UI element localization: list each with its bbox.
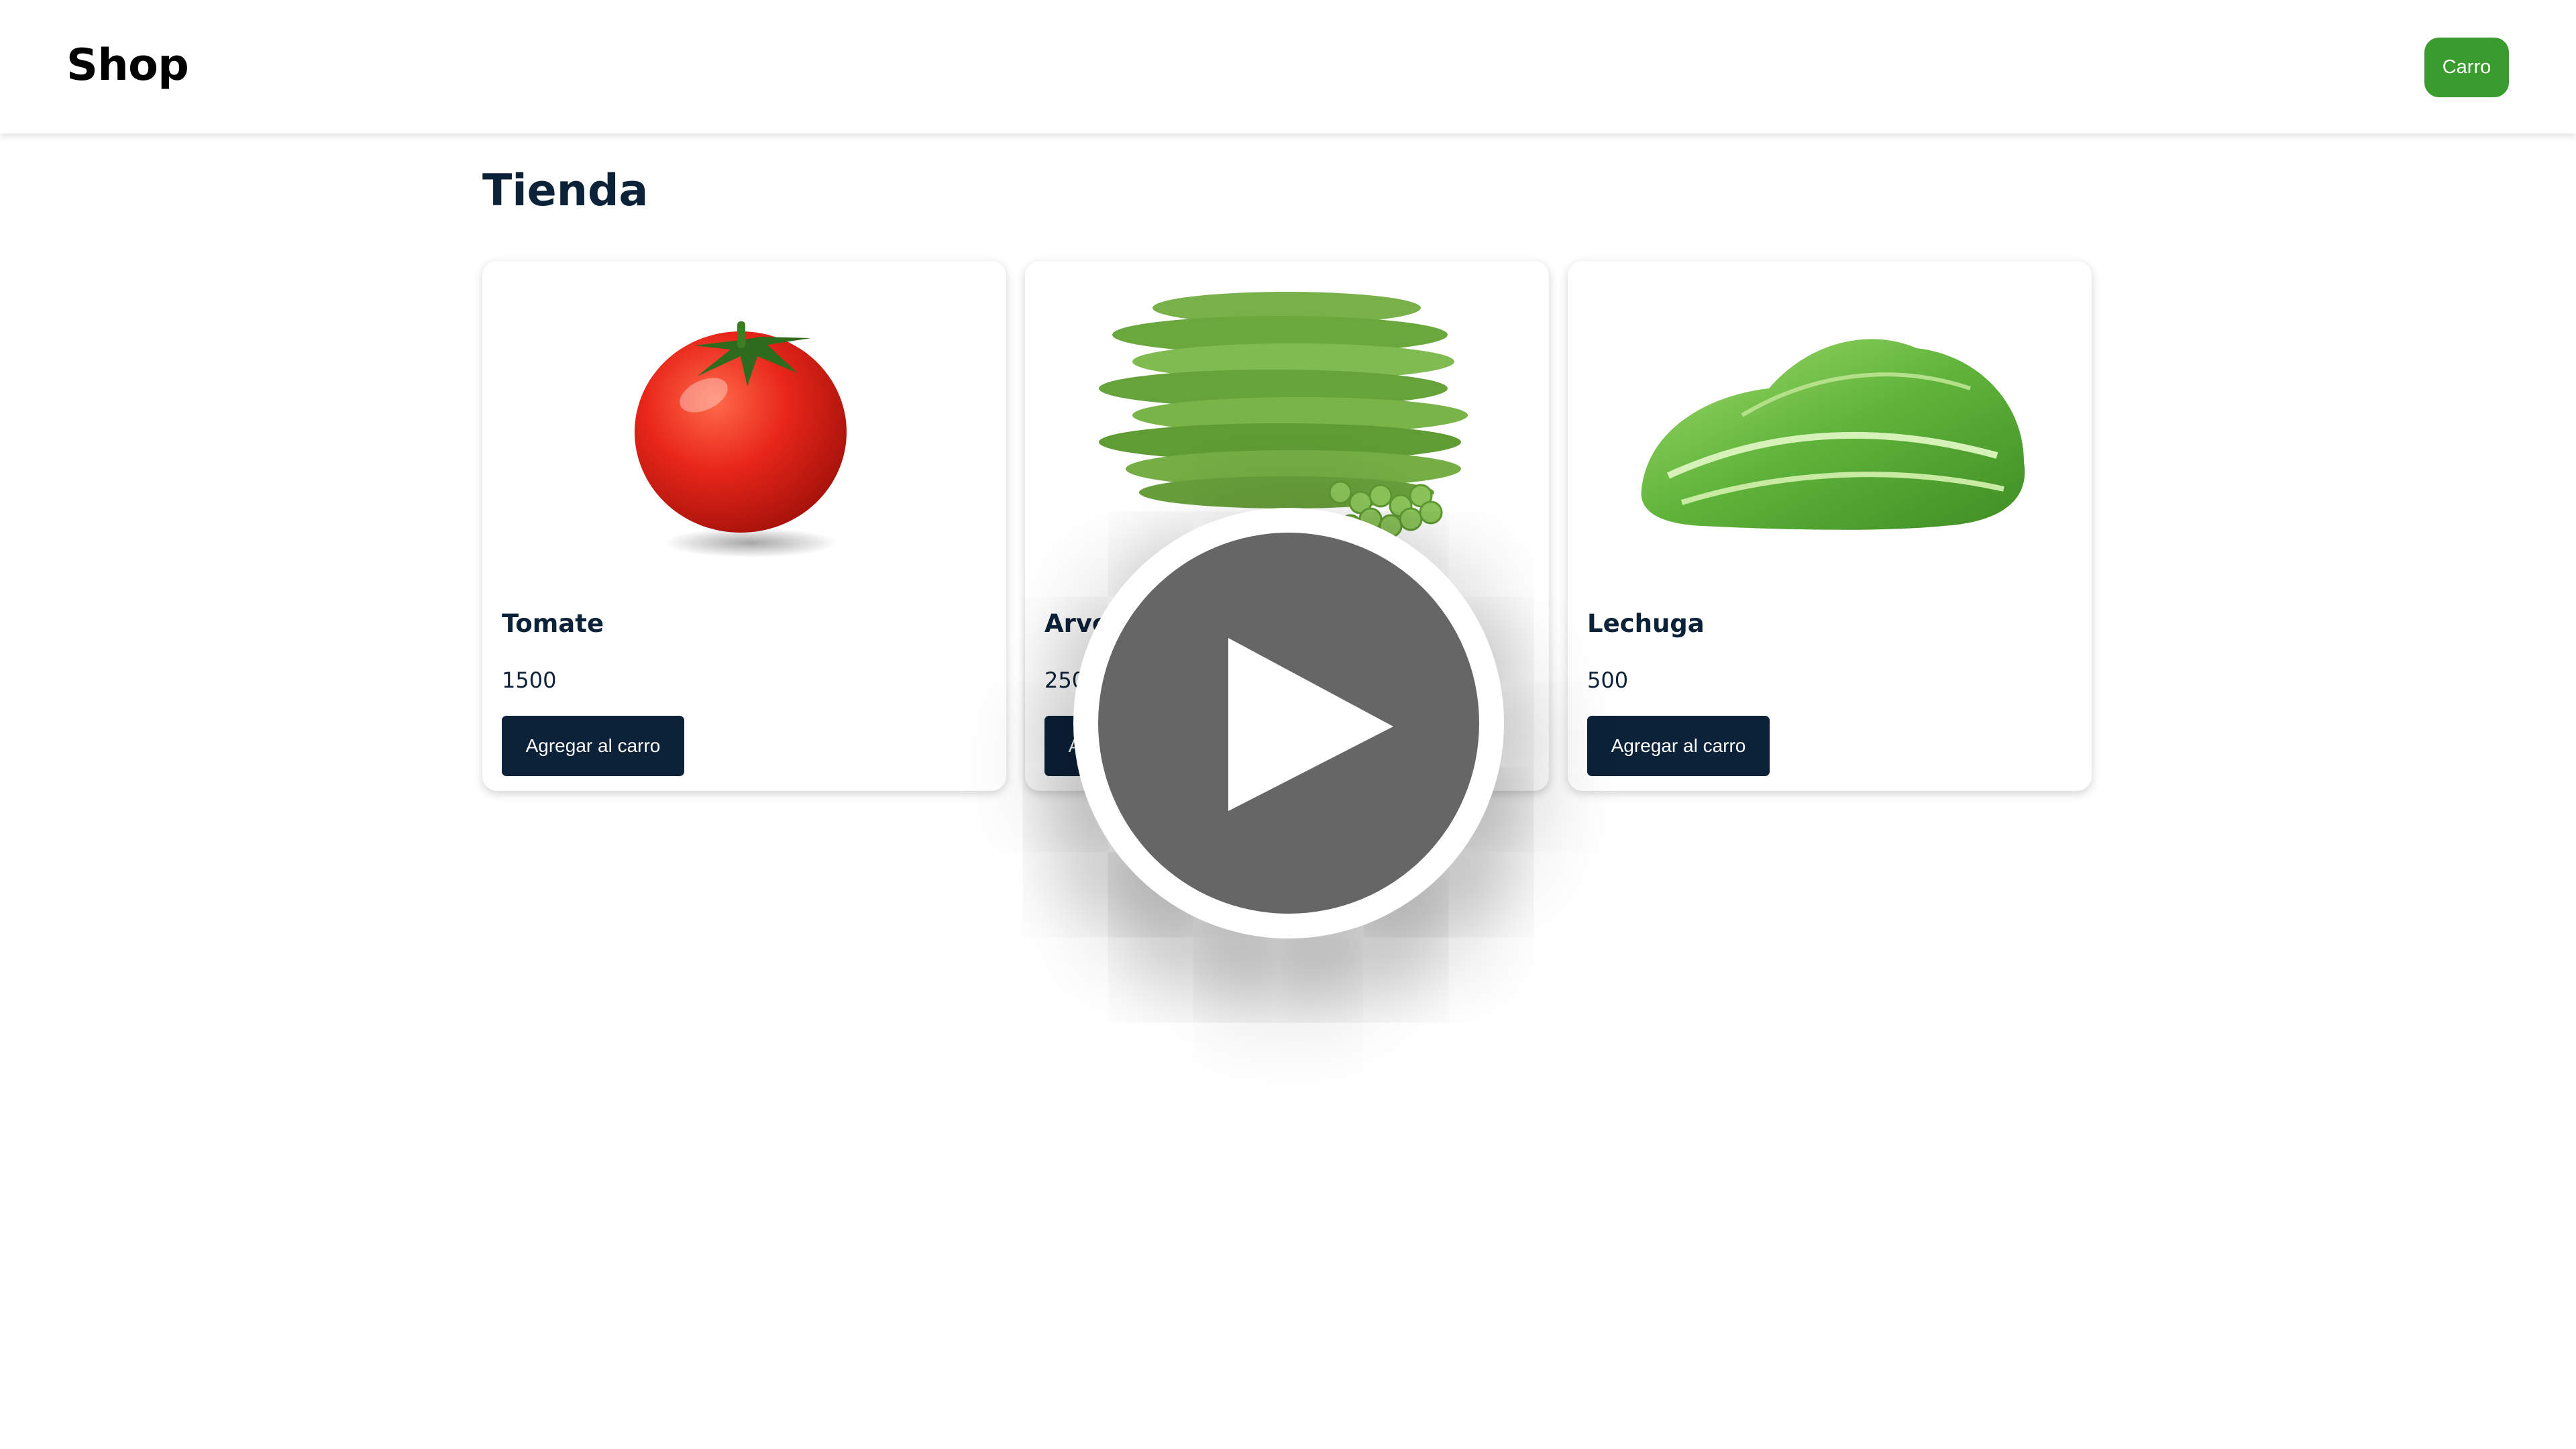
- navbar: Shop Carro: [0, 0, 2576, 133]
- product-name: Tomate: [502, 609, 604, 638]
- product-name: Lechuga: [1587, 609, 1705, 638]
- product-card-tomate: Tomate 1500 Agregar al carro: [482, 261, 1006, 791]
- tomato-image: [635, 321, 847, 557]
- cart-button[interactable]: Carro: [2424, 38, 2509, 97]
- video-play-button[interactable]: [1073, 508, 1504, 938]
- product-price: 500: [1587, 667, 1629, 693]
- product-price: 1500: [502, 667, 557, 693]
- add-to-cart-button[interactable]: Agregar al carro: [1587, 716, 1770, 776]
- lettuce-image: [1641, 339, 2025, 530]
- page-title: Tienda: [482, 166, 649, 216]
- brand-logo[interactable]: Shop: [66, 40, 189, 91]
- product-card-lechuga: Lechuga 500 Agregar al carro: [1568, 261, 2092, 791]
- play-icon: [1098, 533, 1479, 914]
- add-to-cart-button[interactable]: Agregar al carro: [502, 716, 684, 776]
